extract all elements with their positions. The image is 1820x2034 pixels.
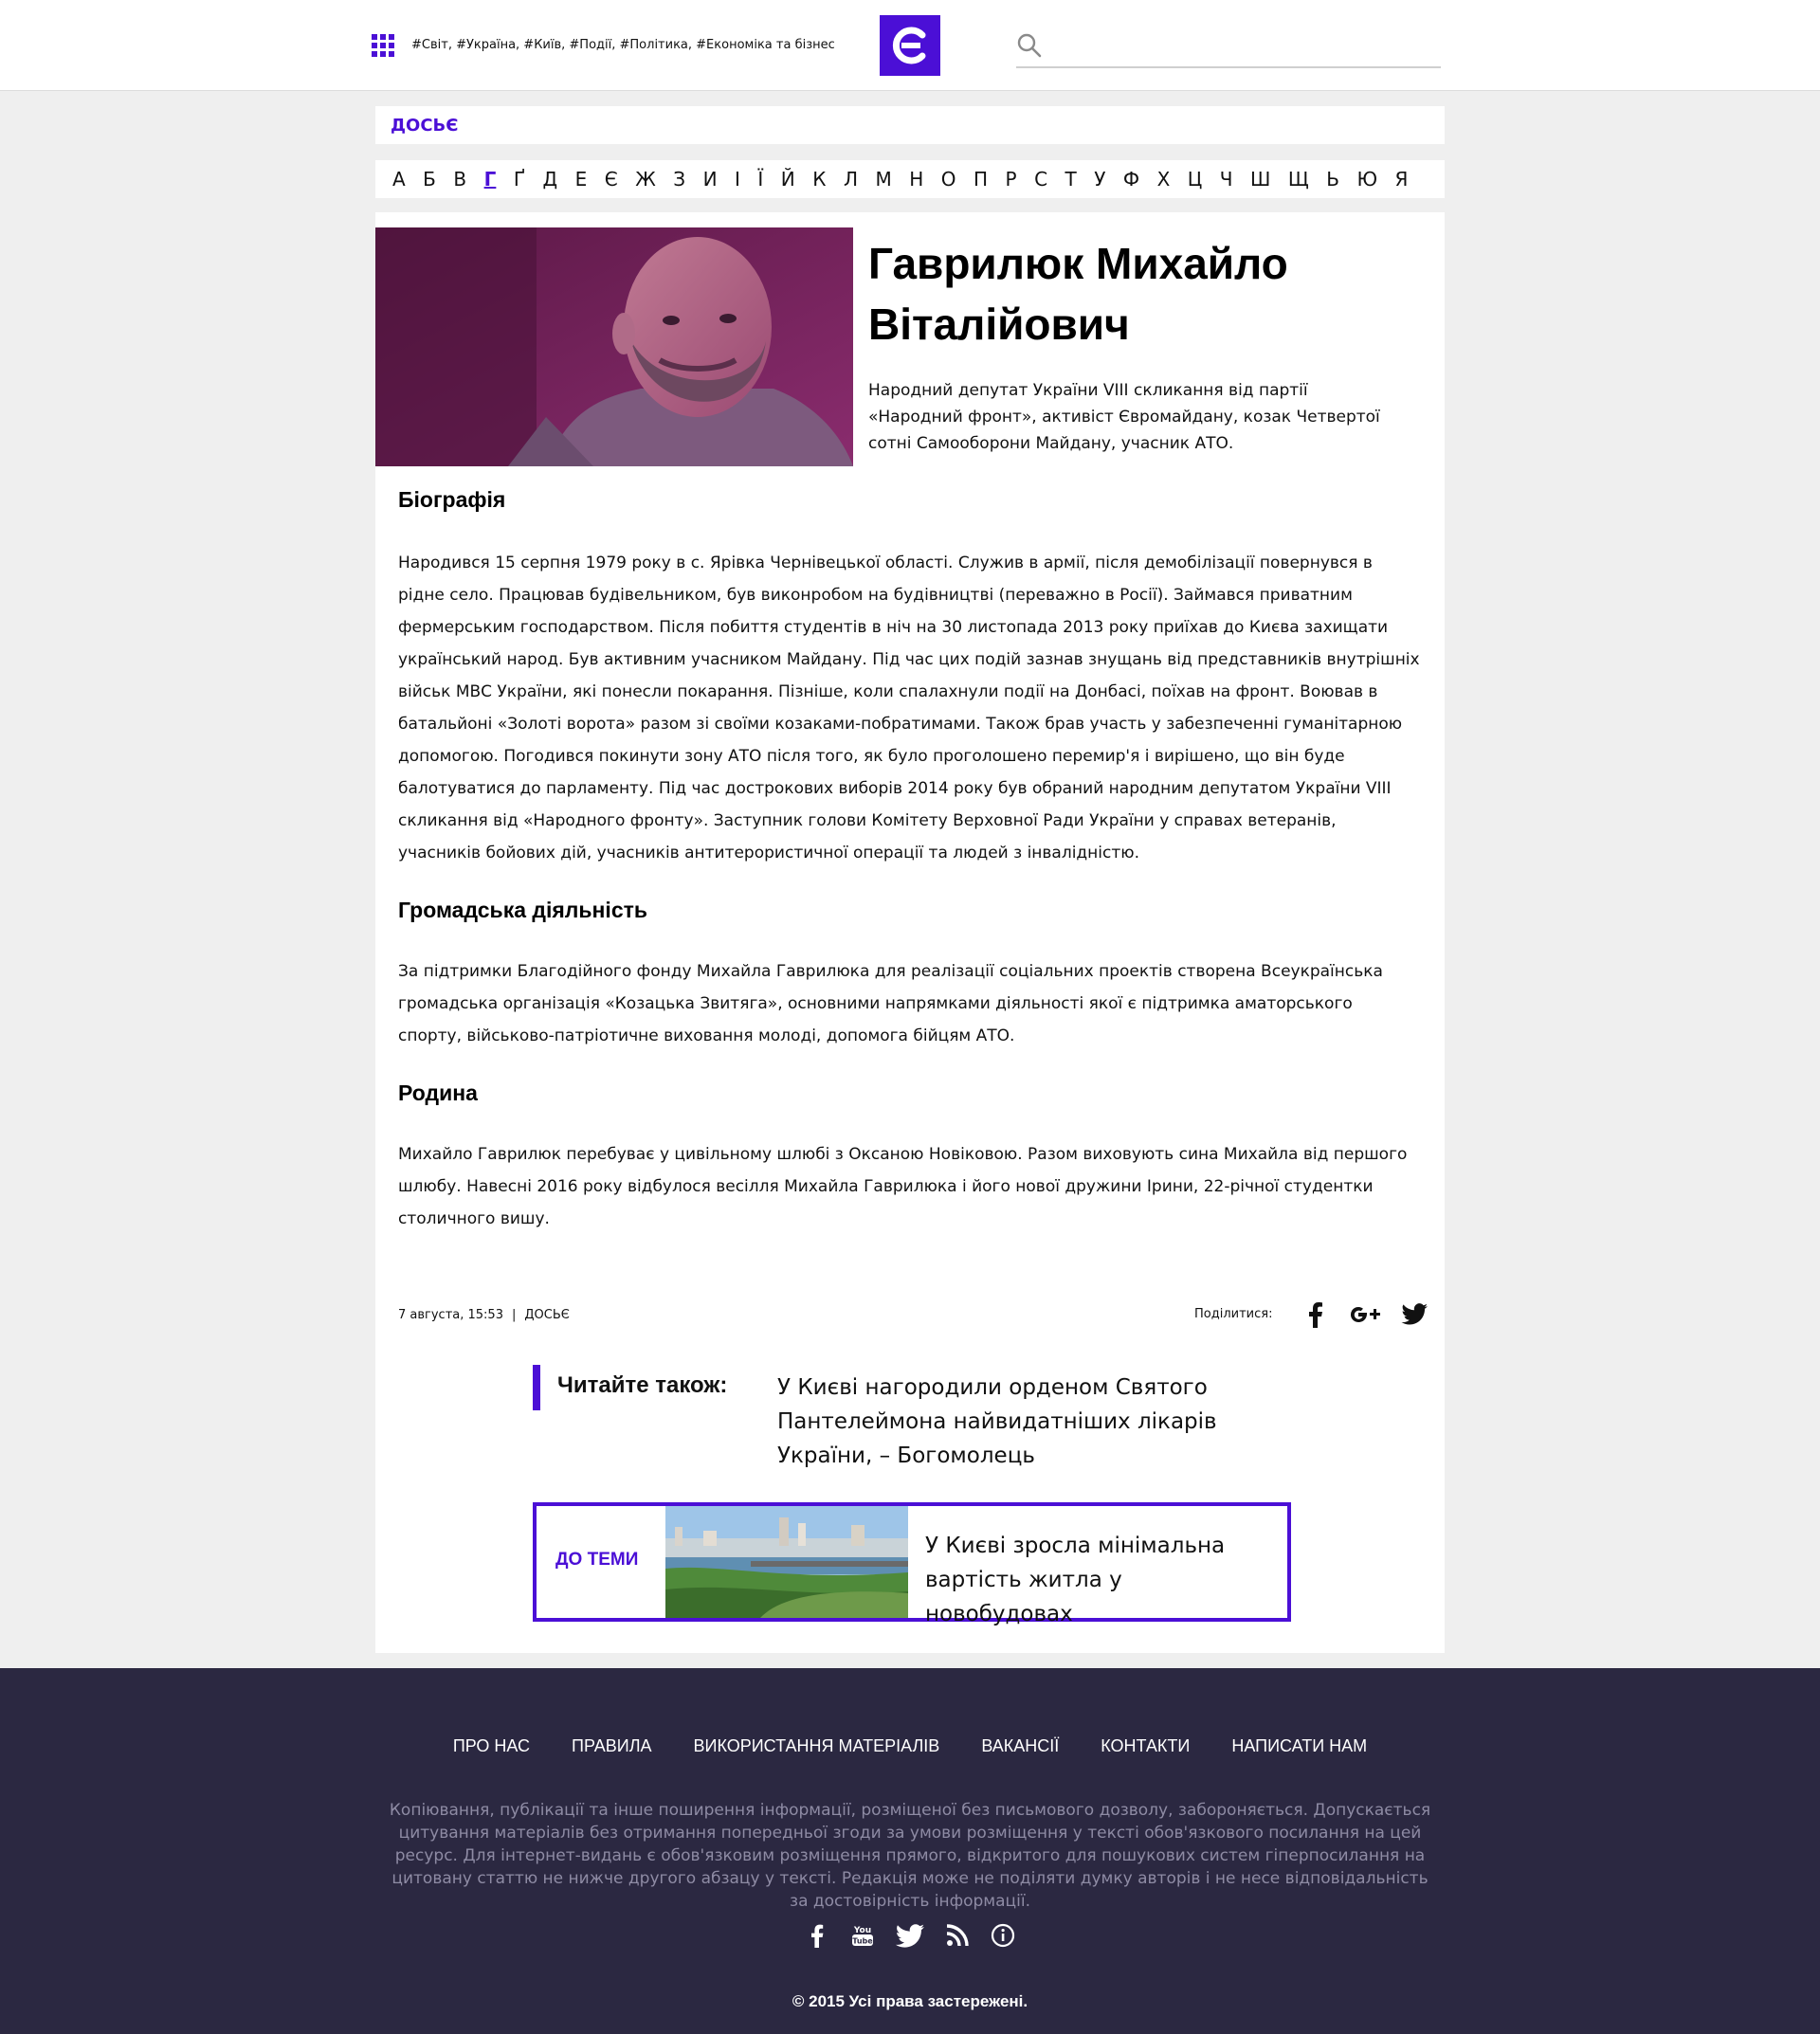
person-name: Гаврилюк Михайло Віталійович — [868, 239, 1288, 349]
alphabet-letter[interactable]: Ф — [1123, 168, 1157, 191]
alphabet-letter[interactable]: Р — [1006, 168, 1035, 191]
family-heading: Родина — [398, 1081, 478, 1105]
civic-text: За підтримки Благодійного фонду Михайла … — [398, 962, 1383, 1045]
article-date: 7 августа, 15:53 — [398, 1307, 503, 1322]
alphabet-letter[interactable]: М — [875, 168, 909, 191]
alphabet-letter[interactable]: Т — [1065, 168, 1095, 191]
alphabet-letter[interactable]: Ш — [1250, 168, 1288, 191]
site-header: #Світ, #Україна, #Київ, #Події, #Політик… — [0, 0, 1820, 91]
alphabet-letter[interactable]: Ь — [1326, 168, 1356, 191]
alphabet-letter[interactable]: Б — [423, 168, 453, 191]
alphabet-letter[interactable]: Й — [781, 168, 812, 191]
alphabet-letter[interactable]: С — [1034, 168, 1065, 191]
alphabet-letter[interactable]: Щ — [1288, 168, 1326, 191]
read-also-block: Читайте також: У Києві нагородили ордено… — [533, 1363, 1291, 1486]
alphabet-letter[interactable]: Е — [575, 168, 605, 191]
main-column: ДОСЬЄ АБВГҐДЕЄЖЗИІЇЙКЛМНОПРСТУФХЦЧШЩЬЮЯ — [375, 106, 1445, 1653]
alphabet-letter[interactable]: І — [735, 168, 757, 191]
info-icon[interactable] — [990, 1922, 1016, 1949]
menu-grid-icon[interactable] — [372, 34, 394, 57]
alphabet-letter[interactable]: Н — [909, 168, 941, 191]
alphabet-letter[interactable]: Ч — [1220, 168, 1250, 191]
footer-nav-link[interactable]: ВИКОРИСТАННЯ МАТЕРІАЛІВ — [694, 1736, 940, 1756]
alphabet-letter[interactable]: Ж — [635, 168, 673, 191]
alphabet-letter[interactable]: И — [703, 168, 735, 191]
article-body: Біографія Народився 15 серпня 1979 року … — [398, 487, 1420, 1235]
read-also-label: Читайте також: — [557, 1372, 728, 1398]
footer-nav-link[interactable]: ПРАВИЛА — [572, 1736, 652, 1756]
rss-icon[interactable] — [944, 1922, 971, 1949]
article-category[interactable]: ДОСЬЄ — [524, 1308, 569, 1322]
article-lead: Народний депутат України VIII скликання … — [868, 381, 1380, 453]
footer-nav-link[interactable]: НАПИСАТИ НАМ — [1231, 1736, 1367, 1756]
section-link[interactable]: ДОСЬЄ — [391, 116, 458, 136]
alphabet-letter[interactable]: О — [941, 168, 974, 191]
alphabet-letter[interactable]: Х — [1157, 168, 1188, 191]
footer-social: You Tube — [0, 1922, 1820, 1949]
twitter-icon[interactable] — [1399, 1299, 1429, 1330]
person-photo — [375, 227, 853, 466]
alphabet-letter[interactable]: Є — [605, 168, 635, 191]
meta-separator: | — [511, 1307, 517, 1322]
family-text: Михайло Гаврилюк перебуває у цивільному … — [398, 1145, 1408, 1228]
article-meta: 7 августа, 15:53 | ДОСЬЄ Поділитися: — [398, 1299, 1428, 1330]
alphabet-letter[interactable]: Ю — [1356, 168, 1394, 191]
biography-text: Народився 15 серпня 1979 року в с. Ярівк… — [398, 554, 1420, 863]
footer-nav-link[interactable]: ПРО НАС — [453, 1736, 530, 1756]
share-icons — [1301, 1299, 1429, 1330]
alphabet-letter[interactable]: А — [392, 168, 423, 191]
civic-heading: Громадська діяльність — [398, 898, 648, 922]
site-footer: ПРО НАС ПРАВИЛА ВИКОРИСТАННЯ МАТЕРІАЛІВ ВАК… — [0, 1668, 1820, 2034]
read-also-link[interactable]: У Києві нагородили орденом Святого Панте… — [777, 1371, 1289, 1473]
footer-nav-link[interactable]: КОНТАКТИ — [1101, 1736, 1190, 1756]
google-plus-icon[interactable] — [1346, 1299, 1384, 1330]
footer-nav-link[interactable]: ВАКАНСІЇ — [981, 1736, 1059, 1756]
alphabet-letter[interactable]: З — [673, 168, 702, 191]
topic-photo — [665, 1506, 908, 1618]
alphabet-letter[interactable]: П — [974, 168, 1006, 191]
header-tags[interactable]: #Світ, #Україна, #Київ, #Події, #Політик… — [411, 38, 835, 52]
alphabet-nav: АБВГҐДЕЄЖЗИІЇЙКЛМНОПРСТУФХЦЧШЩЬЮЯ — [375, 160, 1445, 198]
footer-nav: ПРО НАС ПРАВИЛА ВИКОРИСТАННЯ МАТЕРІАЛІВ ВАК… — [0, 1736, 1820, 1756]
article-card: Гаврилюк Михайло Віталійович Народний де… — [375, 212, 1445, 1653]
site-logo[interactable] — [880, 15, 940, 76]
copyright: © 2015 Усі права застережені. — [792, 1992, 1028, 2010]
footer-note: Копіювання, публікації та інше поширення… — [389, 1801, 1431, 1911]
youtube-icon[interactable]: You Tube — [849, 1922, 876, 1949]
facebook-icon[interactable] — [804, 1922, 830, 1949]
alphabet-letter[interactable]: К — [812, 168, 844, 191]
svg-text:Tube: Tube — [852, 1937, 873, 1946]
search-input[interactable] — [1054, 30, 1433, 63]
search-icon[interactable] — [1016, 32, 1043, 59]
alphabet-letter[interactable]: Л — [844, 168, 876, 191]
alphabet-letter[interactable]: В — [453, 168, 483, 191]
logo-e-icon — [892, 27, 926, 64]
alphabet-letter[interactable]: Г — [484, 168, 514, 191]
alphabet-letter[interactable]: Я — [1395, 168, 1426, 191]
alphabet-letter[interactable]: Д — [543, 168, 575, 191]
biography-heading: Біографія — [398, 487, 506, 512]
svg-text:You: You — [853, 1926, 871, 1935]
alphabet-letter[interactable]: У — [1094, 168, 1123, 191]
twitter-icon[interactable] — [895, 1922, 925, 1949]
alphabet-letter[interactable]: Ґ — [514, 168, 543, 191]
read-also-bar — [533, 1365, 540, 1410]
search-box — [1016, 28, 1441, 68]
topic-label: ДО ТЕМИ — [555, 1550, 639, 1570]
facebook-icon[interactable] — [1301, 1299, 1331, 1330]
section-bar: ДОСЬЄ — [375, 106, 1445, 144]
related-topic-box[interactable]: ДО ТЕМИ У Києві зросла мінімальна вартіс… — [533, 1502, 1291, 1626]
share-label: Поділитися: — [1194, 1307, 1273, 1321]
topic-link[interactable]: У Києві зросла мінімальна вартість житла… — [925, 1529, 1276, 1631]
alphabet-letter[interactable]: Ц — [1188, 168, 1220, 191]
alphabet-letter[interactable]: Ї — [757, 168, 780, 191]
